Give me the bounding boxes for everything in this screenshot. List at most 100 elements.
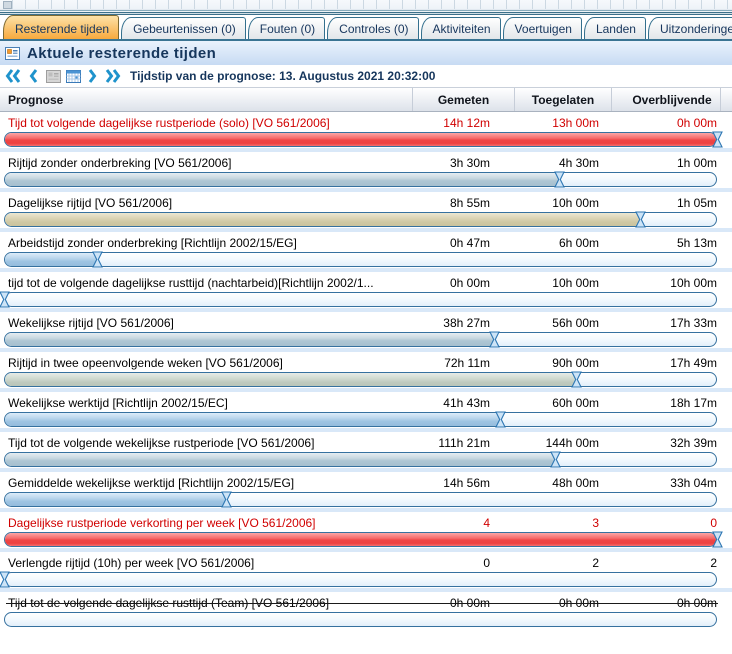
previous-button[interactable]: [24, 67, 42, 85]
gemeten-value: 72h 11m: [412, 356, 514, 370]
table-row: Rijtijd in twee opeenvolgende weken [VO …: [0, 352, 732, 392]
progress-track: [4, 452, 717, 467]
toegelaten-value: 3: [514, 516, 611, 530]
progress-bar: [4, 292, 717, 308]
prognosis-label: Wekelijkse werktijd [Richtlijn 2002/15/E…: [0, 396, 412, 410]
prognosis-label: Arbeidstijd zonder onderbreking [Richtli…: [0, 236, 412, 250]
overblijvende-value: 32h 39m: [611, 436, 732, 450]
progress-bar: [4, 252, 717, 268]
tab-aktiviteiten[interactable]: Aktiviteiten: [421, 17, 501, 39]
progress-fill: [5, 253, 98, 266]
table-row: Gemiddelde wekelijkse werktijd [Richtlij…: [0, 472, 732, 512]
gemeten-value: 0h 00m: [412, 596, 514, 610]
progress-bar: [4, 332, 717, 348]
tab-gebeurtenissen-0[interactable]: Gebeurtenissen (0): [121, 17, 246, 39]
toegelaten-value: 0h 00m: [514, 596, 611, 610]
progress-fill: [5, 133, 716, 146]
prognosis-label: tijd tot de volgende dagelijkse rusttijd…: [0, 276, 412, 290]
overblijvende-value: 2: [611, 556, 732, 570]
toegelaten-value: 4h 30m: [514, 156, 611, 170]
toegelaten-value: 6h 00m: [514, 236, 611, 250]
progress-track: [4, 572, 717, 587]
toegelaten-value: 144h 00m: [514, 436, 611, 450]
toegelaten-value: 60h 00m: [514, 396, 611, 410]
tab-controles-0[interactable]: Controles (0): [327, 17, 418, 39]
hourglass-slider-handle: [0, 291, 10, 308]
tab-label: Fouten (0): [260, 22, 315, 36]
table-row: Verlengde rijtijd (10h) per week [VO 561…: [0, 552, 732, 592]
hourglass-slider-handle: [550, 451, 561, 468]
calendar-button[interactable]: [64, 67, 82, 85]
tab-voertuigen[interactable]: Voertuigen: [503, 17, 582, 39]
tab-uitzonderingen[interactable]: Uitzonderingen: [648, 17, 732, 39]
first-button[interactable]: [4, 67, 22, 85]
gemeten-value: 14h 56m: [412, 476, 514, 490]
toegelaten-value: 13h 00m: [514, 116, 611, 130]
mini-toolbar-icon: [3, 1, 12, 9]
overblijvende-value: 0h 00m: [611, 116, 732, 130]
progress-bar: [4, 532, 717, 548]
progress-bar: [4, 572, 717, 588]
progress-bar: [4, 212, 717, 228]
progress-fill: [5, 493, 226, 506]
hourglass-slider-handle: [489, 331, 500, 348]
progress-fill: [5, 333, 493, 346]
overblijvende-value: 0h 00m: [611, 596, 732, 610]
prognosis-label: Rijtijd zonder onderbreking [VO 561/2006…: [0, 156, 412, 170]
gemeten-value: 41h 43m: [412, 396, 514, 410]
hourglass-slider-handle: [92, 251, 103, 268]
progress-bar: [4, 492, 717, 508]
prognosis-table: Tijd tot volgende dagelijkse rustperiode…: [0, 112, 732, 632]
table-header: Prognose Gemeten Toegelaten Overblijvend…: [0, 87, 732, 112]
table-row: Tijd tot de volgende wekelijkse rustperi…: [0, 432, 732, 472]
table-row: tijd tot de volgende dagelijkse rusttijd…: [0, 272, 732, 312]
prognosis-label: Gemiddelde wekelijkse werktijd [Richtlij…: [0, 476, 412, 490]
gemeten-value: 0: [412, 556, 514, 570]
progress-track: [4, 292, 717, 307]
hourglass-slider-handle: [221, 491, 232, 508]
calendar-icon: [66, 69, 81, 83]
toegelaten-value: 10h 00m: [514, 276, 611, 290]
tab-label: Controles (0): [339, 22, 408, 36]
progress-track: [4, 212, 717, 227]
toegelaten-value: 2: [514, 556, 611, 570]
table-row: Dagelijkse rijtijd [VO 561/2006] 8h 55m …: [0, 192, 732, 232]
prognosis-label: Dagelijkse rijtijd [VO 561/2006]: [0, 196, 412, 210]
progress-bar: [4, 372, 717, 388]
overblijvende-value: 10h 00m: [611, 276, 732, 290]
progress-bar: [4, 132, 717, 148]
gemeten-value: 0h 47m: [412, 236, 514, 250]
gemeten-value: 4: [412, 516, 514, 530]
tab-label: Aktiviteiten: [433, 22, 491, 36]
progress-track: [4, 132, 717, 147]
progress-bar: [4, 172, 717, 188]
tab-label: Landen: [596, 22, 636, 36]
tab-fouten-0[interactable]: Fouten (0): [248, 17, 325, 39]
prognosis-label: Verlengde rijtijd (10h) per week [VO 561…: [0, 556, 412, 570]
progress-track: [4, 412, 717, 427]
progress-track: [4, 332, 717, 347]
overblijvende-value: 18h 17m: [611, 396, 732, 410]
progress-fill: [5, 413, 499, 426]
column-header-toegelaten: Toegelaten: [514, 88, 611, 111]
snapshot-button-disabled[interactable]: [44, 67, 62, 85]
table-row: Tijd tot de volgende dagelijkse rusttijd…: [0, 592, 732, 632]
overblijvende-value: 33h 04m: [611, 476, 732, 490]
tab-landen[interactable]: Landen: [584, 17, 646, 39]
progress-track: [4, 252, 717, 267]
last-button[interactable]: [104, 67, 122, 85]
progress-fill: [5, 173, 558, 186]
progress-track: [4, 532, 717, 547]
next-button[interactable]: [84, 67, 102, 85]
tab-resterende-tijden[interactable]: Resterende tijden: [3, 15, 119, 39]
table-row: Wekelijkse rijtijd [VO 561/2006] 38h 27m…: [0, 312, 732, 352]
next-icon: [87, 68, 99, 84]
toegelaten-value: 48h 00m: [514, 476, 611, 490]
page-title: Aktuele resterende tijden: [27, 45, 216, 62]
gemeten-value: 0h 00m: [412, 276, 514, 290]
overblijvende-value: 17h 33m: [611, 316, 732, 330]
tab-label: Resterende tijden: [15, 22, 109, 36]
table-row: Dagelijkse rustperiode verkorting per we…: [0, 512, 732, 552]
prognosis-label: Tijd tot volgende dagelijkse rustperiode…: [0, 116, 412, 130]
progress-fill: [5, 453, 555, 466]
